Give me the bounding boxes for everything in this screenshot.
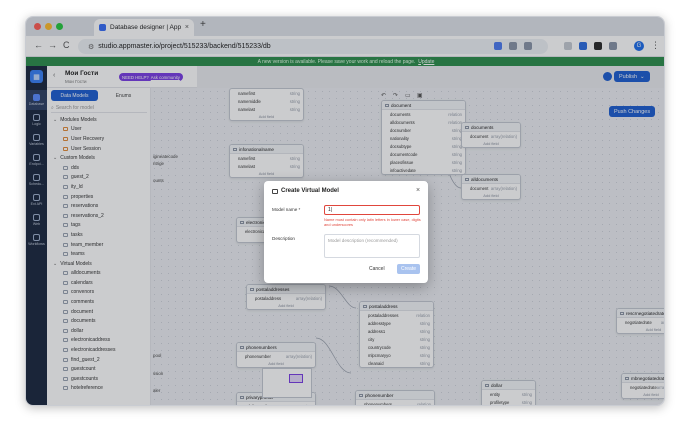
create-button[interactable]: Create (397, 264, 420, 274)
virtual-model-icon (272, 188, 278, 194)
model-name-error: Name must contain only latin letters in … (324, 217, 421, 227)
description-textarea[interactable]: Model description (recommended) (324, 234, 420, 258)
model-name-input[interactable]: 1| (324, 205, 420, 215)
description-label: Description (272, 236, 295, 241)
dialog-title: Create Virtual Model (272, 188, 339, 194)
close-icon[interactable]: × (416, 187, 420, 194)
modal-overlay[interactable]: Create Virtual Model × Model name * 1| N… (26, 17, 664, 405)
model-name-label: Model name * (272, 207, 301, 212)
cancel-button[interactable]: Cancel (369, 266, 385, 272)
create-virtual-model-dialog: Create Virtual Model × Model name * 1| N… (264, 181, 428, 283)
dialog-title-text: Create Virtual Model (281, 188, 339, 194)
browser-window: Database designer | AppMas… × + ← → C ⚙ … (25, 16, 665, 406)
